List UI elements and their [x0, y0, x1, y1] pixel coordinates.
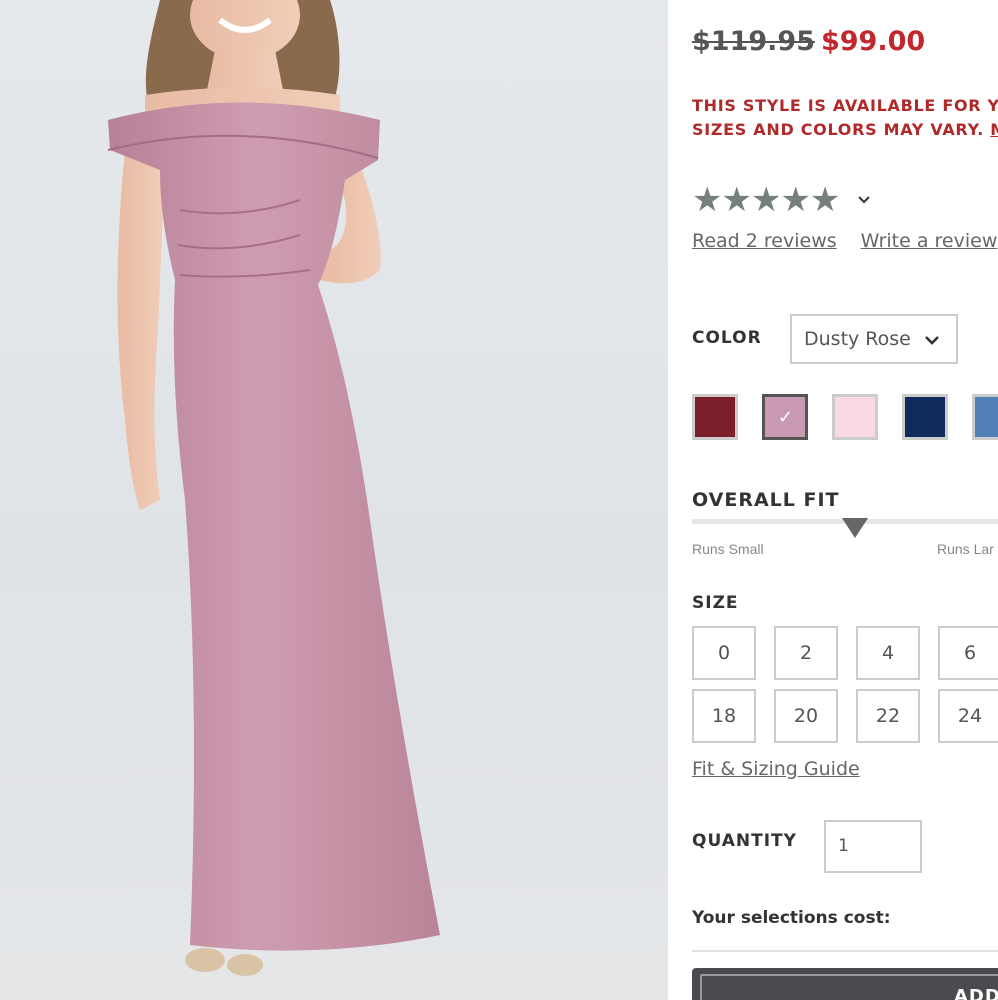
- fit-sizing-guide-link[interactable]: Fit & Sizing Guide: [692, 758, 860, 780]
- color-swatch-blue[interactable]: [972, 394, 998, 440]
- size-option[interactable]: 0: [692, 626, 756, 680]
- chevron-down-icon: [925, 336, 939, 345]
- fit-low-label: Runs Small: [692, 541, 764, 557]
- sale-price: $99.00: [820, 26, 926, 57]
- size-option[interactable]: 4: [856, 626, 920, 680]
- selections-cost-label: Your selections cost:: [692, 908, 891, 928]
- chevron-down-icon[interactable]: [854, 190, 874, 210]
- color-swatch-wine[interactable]: [692, 394, 738, 440]
- write-review-link[interactable]: Write a review: [861, 230, 998, 252]
- fit-high-label: Runs Lar: [937, 541, 994, 557]
- notice-more-link[interactable]: M: [990, 120, 998, 139]
- size-option[interactable]: 6: [938, 626, 998, 680]
- availability-notice: THIS STYLE IS AVAILABLE FOR YO SIZES AND…: [692, 94, 998, 142]
- price-row: $119.95 $99.00: [692, 26, 925, 57]
- size-option[interactable]: 24: [938, 689, 998, 743]
- divider: [692, 950, 998, 952]
- original-price: $119.95: [692, 26, 815, 57]
- size-option[interactable]: 2: [774, 626, 838, 680]
- color-swatch-dusty-rose[interactable]: ✓: [762, 394, 808, 440]
- quantity-input[interactable]: 1: [824, 820, 922, 873]
- read-reviews-link[interactable]: Read 2 reviews: [692, 230, 837, 252]
- size-option[interactable]: 20: [774, 689, 838, 743]
- star-rating[interactable]: ★★★★★: [692, 180, 840, 220]
- size-option[interactable]: 22: [856, 689, 920, 743]
- color-dropdown[interactable]: Dusty Rose: [790, 314, 958, 364]
- fit-indicator-icon: [842, 518, 868, 538]
- color-label: COLOR: [692, 328, 762, 348]
- review-links: Read 2 reviews Write a review: [692, 230, 997, 252]
- color-swatch-blush[interactable]: [832, 394, 878, 440]
- dress-model-image: [107, 0, 440, 976]
- product-details-panel: $119.95 $99.00 THIS STYLE IS AVAILABLE FO…: [668, 0, 998, 1000]
- color-selected-value: Dusty Rose: [804, 328, 911, 350]
- size-label: SIZE: [692, 593, 739, 613]
- product-photo[interactable]: [0, 0, 668, 1000]
- quantity-label: QUANTITY: [692, 831, 797, 851]
- size-option[interactable]: 18: [692, 689, 756, 743]
- overall-fit-label: OVERALL FIT: [692, 489, 840, 511]
- add-button-label: ADD: [954, 986, 998, 1000]
- add-to-bag-button[interactable]: ADD: [692, 968, 998, 1000]
- notice-line-1: THIS STYLE IS AVAILABLE FOR YO: [692, 96, 998, 115]
- notice-line-2: SIZES AND COLORS MAY VARY. M: [692, 118, 998, 142]
- color-swatch-navy[interactable]: [902, 394, 948, 440]
- check-icon: ✓: [778, 407, 794, 428]
